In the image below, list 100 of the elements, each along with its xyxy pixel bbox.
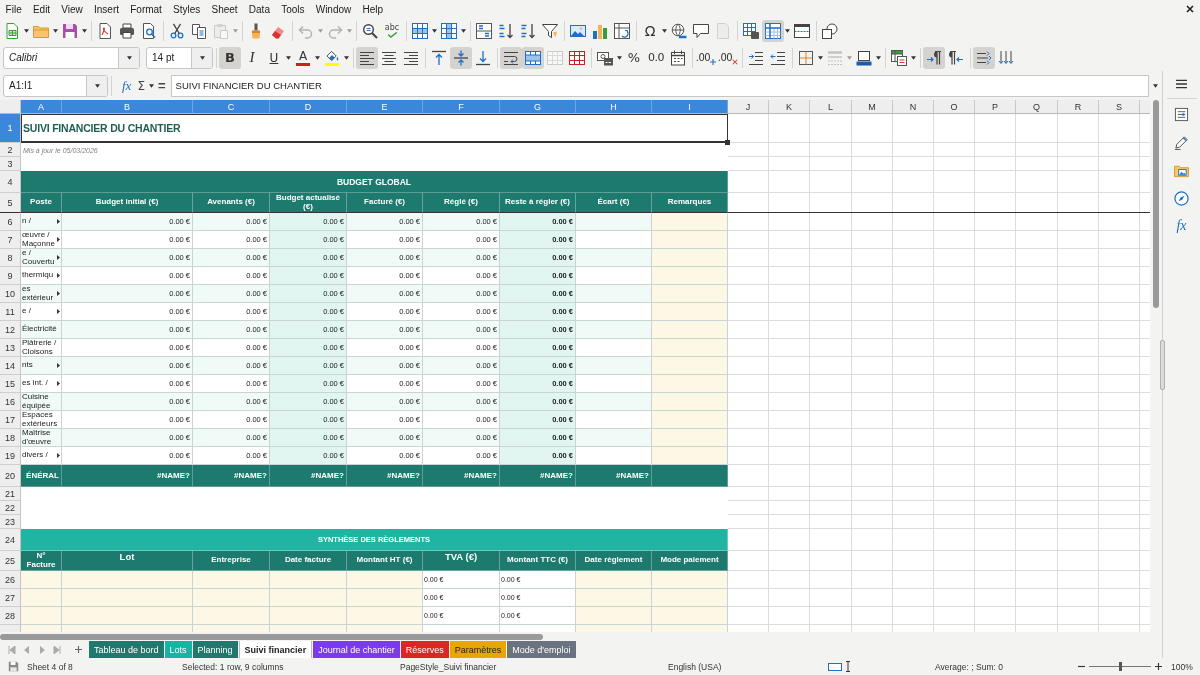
row-header[interactable]: 1 bbox=[0, 114, 21, 143]
row-header[interactable]: 3 bbox=[0, 157, 21, 171]
font-size-field[interactable]: 14 pt bbox=[146, 46, 213, 69]
menu-item[interactable]: Format bbox=[124, 3, 168, 15]
properties-icon[interactable] bbox=[1174, 107, 1189, 122]
column-header[interactable]: I bbox=[652, 100, 728, 114]
caret-icon[interactable] bbox=[82, 29, 87, 33]
row-header[interactable]: 23 bbox=[0, 515, 21, 529]
row-header[interactable]: 6 bbox=[0, 213, 21, 231]
font-name-field[interactable]: Calibri bbox=[3, 46, 140, 69]
freeze-panes-button[interactable] bbox=[762, 20, 784, 42]
row-header[interactable]: 28 bbox=[0, 607, 21, 625]
row-header[interactable]: 18 bbox=[0, 429, 21, 447]
scrollbar-thumb[interactable] bbox=[1153, 100, 1159, 308]
column-header[interactable]: C bbox=[193, 100, 270, 114]
menu-item[interactable]: View bbox=[55, 3, 89, 15]
column-header[interactable]: H bbox=[576, 100, 652, 114]
caret-icon[interactable] bbox=[876, 55, 881, 60]
column-header[interactable]: P bbox=[975, 100, 1016, 114]
close-icon[interactable] bbox=[1186, 5, 1194, 13]
row-header[interactable]: 15 bbox=[0, 375, 21, 393]
add-decimal-button[interactable]: .00 bbox=[695, 46, 717, 69]
functions-button[interactable]: fx bbox=[1176, 219, 1187, 233]
caret-icon[interactable] bbox=[344, 55, 349, 60]
column-header[interactable]: L bbox=[810, 100, 852, 114]
scrollbar-thumb[interactable] bbox=[0, 633, 543, 640]
caret-icon[interactable] bbox=[911, 55, 916, 60]
wrap-text-button[interactable] bbox=[500, 46, 522, 69]
column-header[interactable]: K bbox=[769, 100, 810, 114]
row-header[interactable]: 11 bbox=[0, 303, 21, 321]
column-header[interactable]: M bbox=[852, 100, 893, 114]
row-header[interactable]: 10 bbox=[0, 285, 21, 303]
row-header[interactable]: 13 bbox=[0, 339, 21, 357]
row-button[interactable] bbox=[409, 20, 431, 42]
menu-item[interactable]: Edit bbox=[27, 3, 56, 15]
column-header[interactable]: F bbox=[423, 100, 500, 114]
left-to-right-button[interactable] bbox=[923, 46, 945, 69]
italic-button[interactable]: I bbox=[241, 46, 263, 69]
zoom-percent-text[interactable]: 100% bbox=[1171, 661, 1193, 672]
menu-item[interactable]: Styles bbox=[167, 3, 206, 15]
caret-icon[interactable] bbox=[617, 55, 622, 60]
menu-item[interactable]: Help bbox=[356, 3, 389, 15]
menu-item[interactable]: Tools bbox=[275, 3, 311, 15]
plus-icon[interactable] bbox=[75, 646, 82, 653]
column-header[interactable]: N bbox=[893, 100, 934, 114]
sheet-tab[interactable]: Planning bbox=[192, 641, 238, 658]
minus-icon[interactable] bbox=[1078, 663, 1085, 670]
caret-icon[interactable] bbox=[1153, 83, 1158, 88]
menu-item[interactable]: Sheet bbox=[205, 3, 244, 15]
caret-icon[interactable] bbox=[461, 29, 466, 33]
row-header[interactable]: 16 bbox=[0, 393, 21, 411]
name-box-field[interactable]: A1:I1 bbox=[3, 74, 108, 97]
formula-button[interactable]: = bbox=[155, 79, 169, 92]
row-header[interactable]: 21 bbox=[0, 487, 21, 501]
row-header[interactable]: 14 bbox=[0, 357, 21, 375]
align-left-button[interactable] bbox=[356, 46, 378, 69]
plus-icon[interactable] bbox=[1155, 663, 1162, 670]
sheet-tab[interactable]: Réserves bbox=[400, 641, 449, 658]
font-color-button[interactable]: A bbox=[292, 46, 314, 69]
row-header[interactable]: 8 bbox=[0, 249, 21, 267]
caret-icon[interactable] bbox=[149, 83, 154, 88]
caret-icon[interactable] bbox=[432, 29, 437, 33]
menu-icon[interactable] bbox=[1175, 79, 1188, 89]
menu-item[interactable]: File bbox=[0, 3, 28, 15]
caret-icon[interactable] bbox=[53, 29, 58, 33]
bold-button[interactable]: B bbox=[219, 46, 241, 69]
number-format-button[interactable]: 0.0 bbox=[645, 46, 667, 69]
column-header[interactable]: S bbox=[1099, 100, 1140, 114]
percent-button[interactable]: % bbox=[623, 46, 645, 69]
row-header[interactable]: 4 bbox=[0, 171, 21, 193]
sheet-tab[interactable]: Tableau de bord bbox=[89, 641, 164, 658]
row-header[interactable]: 27 bbox=[0, 589, 21, 607]
language-text[interactable]: English (USA) bbox=[668, 661, 722, 672]
row-header[interactable]: 25 bbox=[0, 551, 21, 571]
selected-cell-range[interactable]: SUIVI FINANCIER DU CHANTIER bbox=[21, 114, 728, 143]
sort-button[interactable] bbox=[473, 20, 495, 42]
formula-input-field[interactable]: SUIVI FINANCIER DU CHANTIER bbox=[170, 74, 1149, 97]
image-folder-icon[interactable] bbox=[1174, 163, 1189, 178]
rectangle-icon[interactable] bbox=[828, 662, 842, 671]
sum-button[interactable]: Σ bbox=[134, 79, 148, 92]
sheet-tab[interactable]: Journal de chantier bbox=[313, 641, 400, 658]
column-header[interactable]: R bbox=[1058, 100, 1099, 114]
row-header[interactable]: 12 bbox=[0, 321, 21, 339]
sheet-tab[interactable]: Paramètres bbox=[449, 641, 507, 658]
text-cursor-icon[interactable] bbox=[845, 661, 851, 672]
caret-icon[interactable] bbox=[818, 55, 823, 60]
fill-handle[interactable] bbox=[725, 140, 730, 145]
merge-center-button[interactable] bbox=[522, 46, 544, 69]
compass-icon[interactable] bbox=[1174, 191, 1189, 206]
pen-icon[interactable] bbox=[1174, 135, 1189, 150]
sheet-tab[interactable]: Suivi financier bbox=[238, 641, 313, 658]
row-header[interactable]: 9 bbox=[0, 267, 21, 285]
align-middle-button[interactable] bbox=[450, 46, 472, 69]
spelling-button[interactable]: abc bbox=[381, 20, 403, 42]
draw-functions-button[interactable] bbox=[819, 20, 841, 42]
slider-thumb[interactable] bbox=[1118, 662, 1122, 671]
delete-decimal-button[interactable]: .00 bbox=[717, 46, 739, 69]
caret-icon[interactable] bbox=[785, 29, 790, 33]
row-header[interactable]: 17 bbox=[0, 411, 21, 429]
menu-item[interactable]: Window bbox=[310, 3, 357, 15]
